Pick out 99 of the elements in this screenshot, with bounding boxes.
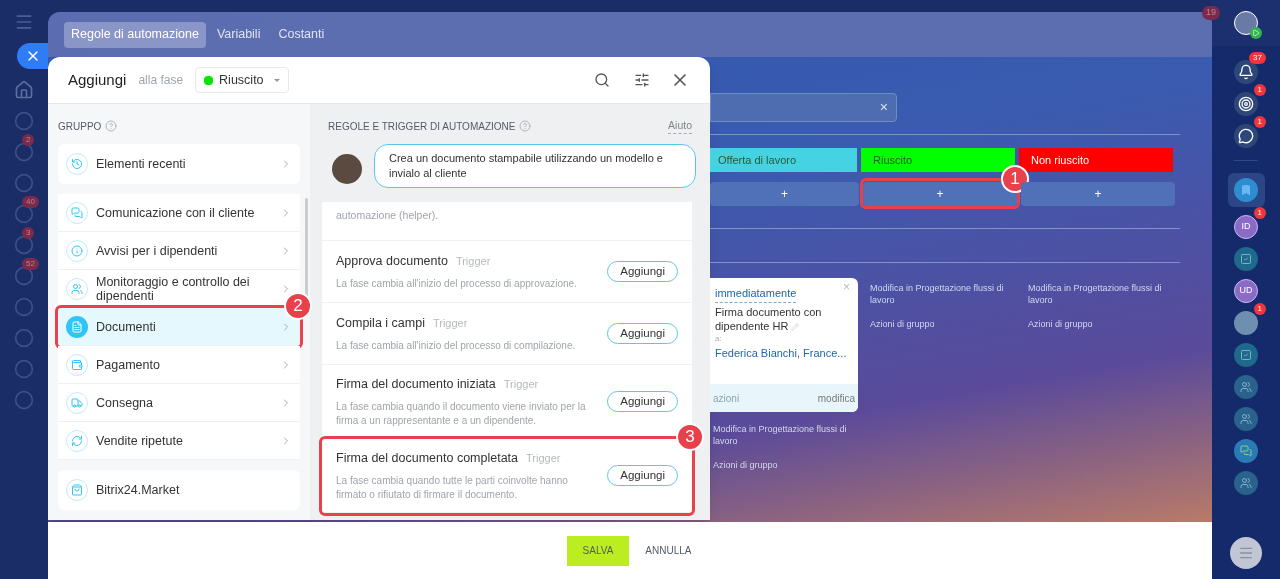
people-icon bbox=[1240, 477, 1252, 489]
description-text: automazione (helper). bbox=[336, 209, 439, 221]
menu-icon bbox=[1238, 545, 1254, 561]
group-item[interactable]: Comunicazione con il cliente bbox=[58, 194, 300, 232]
recipients-link[interactable]: Federica Bianchi, France... bbox=[715, 344, 853, 361]
search-icon[interactable] bbox=[594, 72, 610, 88]
section-heading: GRUPPO bbox=[58, 119, 102, 134]
rule-title: Firma del documento completata bbox=[336, 449, 519, 467]
truck-icon bbox=[71, 396, 83, 409]
rule-title: Firma del documento iniziata bbox=[336, 376, 496, 393]
close-button[interactable] bbox=[17, 43, 48, 69]
tab[interactable]: Variabili bbox=[209, 21, 268, 48]
bookmark-icon bbox=[1240, 184, 1252, 196]
delay-link[interactable]: immediatamente bbox=[715, 285, 797, 303]
rule-description: La fase cambia all'inizio del processo di compilazione. bbox=[336, 338, 577, 353]
shopping-bag-icon bbox=[71, 484, 83, 496]
count-badge: 1 bbox=[1253, 116, 1266, 128]
tab[interactable]: Regole di automazione bbox=[64, 21, 206, 48]
group-actions-link[interactable]: Azioni di gruppo bbox=[1028, 318, 1174, 332]
assistant-message: Crea un documento stampabile utilizzando un modello e invialo al cliente bbox=[374, 144, 696, 188]
rule-tag: Trigger bbox=[432, 315, 468, 332]
cancel-button[interactable]: ANNULLA bbox=[643, 535, 694, 566]
search-field[interactable]: × bbox=[710, 93, 897, 122]
clear-icon[interactable]: × bbox=[879, 97, 888, 118]
card-title: Firma documento con dipendente HR bbox=[715, 304, 823, 333]
group-button[interactable] bbox=[1234, 471, 1258, 495]
workflow-link[interactable]: Modifica in Progettazione flussi di lavoro bbox=[713, 423, 856, 447]
count-badge: 1 bbox=[1253, 84, 1266, 96]
rule-description: La fase cambia all'inizio del processo di approvazione. bbox=[336, 276, 578, 291]
group-actions-link[interactable]: Azioni di gruppo bbox=[713, 459, 856, 473]
task-button[interactable] bbox=[1234, 343, 1258, 367]
market-item[interactable]: Bitrix24.Market bbox=[58, 470, 300, 510]
chat-icon bbox=[71, 206, 83, 219]
refresh-icon bbox=[71, 434, 83, 447]
task-button[interactable] bbox=[1234, 247, 1258, 271]
rule-description: La fase cambia quando il documento viene inviato per la firma a un rappresentante e a un dipendente. bbox=[336, 399, 587, 428]
play-icon bbox=[1250, 27, 1262, 39]
save-button[interactable]: SALVA bbox=[566, 535, 630, 566]
count-badge: 1 bbox=[1253, 207, 1266, 219]
rule-tag: Trigger bbox=[503, 376, 539, 393]
rule-tag: Trigger bbox=[455, 253, 491, 270]
workflow-link[interactable]: Modifica in Progettazione flussi di lavoro bbox=[870, 282, 1016, 306]
people-icon bbox=[1240, 413, 1252, 425]
menu-button[interactable] bbox=[1230, 537, 1262, 569]
assistant-avatar bbox=[332, 154, 362, 184]
rule-title: Approva documento bbox=[336, 253, 448, 271]
count-badge: 52 bbox=[22, 258, 39, 270]
count-badge: 3 bbox=[22, 227, 35, 239]
stage-header: Non riuscito bbox=[1019, 148, 1173, 172]
count-badge: 40 bbox=[22, 196, 39, 208]
bell-icon bbox=[1238, 64, 1254, 80]
section-heading: REGOLE E TRIGGER DI AUTOMAZIONE bbox=[328, 119, 516, 134]
user-avatar[interactable] bbox=[1234, 11, 1258, 35]
count-badge: 1 bbox=[1253, 303, 1266, 315]
info-icon bbox=[71, 244, 83, 257]
chat-button[interactable] bbox=[1234, 124, 1258, 148]
card-label: a: bbox=[715, 332, 723, 345]
bookmark-button[interactable] bbox=[1227, 173, 1265, 207]
stage-header: Riuscito bbox=[861, 148, 1015, 172]
history-icon bbox=[71, 158, 83, 170]
workflow-link[interactable]: Modifica in Progettazione flussi di lavoro bbox=[1028, 282, 1174, 306]
checkbox-icon bbox=[1240, 349, 1252, 361]
people-icon bbox=[1240, 381, 1252, 393]
chat-icon bbox=[1238, 128, 1254, 144]
settings-icon[interactable] bbox=[634, 72, 650, 88]
rule-title: Compila i campi bbox=[336, 315, 425, 333]
callout-number: 3 bbox=[676, 422, 704, 451]
checkbox-icon bbox=[1240, 253, 1252, 265]
target-icon bbox=[1238, 96, 1254, 112]
wallet-icon bbox=[71, 358, 83, 371]
contact-avatar[interactable]: ID bbox=[1234, 215, 1258, 239]
group-item[interactable]: Pagamento bbox=[58, 346, 300, 384]
group-actions-link[interactable]: Azioni di gruppo bbox=[870, 318, 1016, 332]
add-rule-button[interactable]: + bbox=[710, 182, 859, 206]
stage-header: Offerta di lavoro bbox=[710, 148, 857, 172]
group-button[interactable] bbox=[1234, 407, 1258, 431]
chat-icon bbox=[1240, 445, 1252, 457]
group-item[interactable]: Elementi recenti bbox=[58, 144, 300, 184]
help-link[interactable]: Aiuto bbox=[668, 117, 692, 135]
people-icon bbox=[71, 282, 83, 295]
rule-description: La fase cambia quando tutte le parti coinvolte hanno firmato o rifiutato di firmare il documento. bbox=[336, 473, 569, 502]
dialog-subtitle: alla fase bbox=[138, 72, 184, 89]
document-icon bbox=[71, 320, 83, 333]
contact-avatar[interactable] bbox=[1234, 311, 1258, 335]
stage-select[interactable]: Riuscito bbox=[195, 67, 289, 93]
add-rule-button[interactable]: + bbox=[1021, 182, 1175, 206]
group-button[interactable] bbox=[1234, 375, 1258, 399]
home-icon[interactable] bbox=[14, 80, 34, 100]
tab[interactable]: Costanti bbox=[271, 21, 332, 48]
target-button[interactable] bbox=[1234, 92, 1258, 116]
dialog-title: Aggiungi bbox=[68, 69, 127, 90]
count-badge: 2 bbox=[22, 134, 35, 146]
pencil-icon bbox=[791, 322, 800, 331]
edit-link[interactable]: modifica bbox=[817, 390, 855, 406]
rule-tag: Trigger bbox=[526, 449, 561, 467]
count-badge: 37 bbox=[1249, 52, 1266, 64]
contact-avatar[interactable]: UD bbox=[1234, 279, 1258, 303]
notifications-button[interactable] bbox=[1234, 60, 1258, 84]
caret-icon bbox=[273, 78, 280, 82]
